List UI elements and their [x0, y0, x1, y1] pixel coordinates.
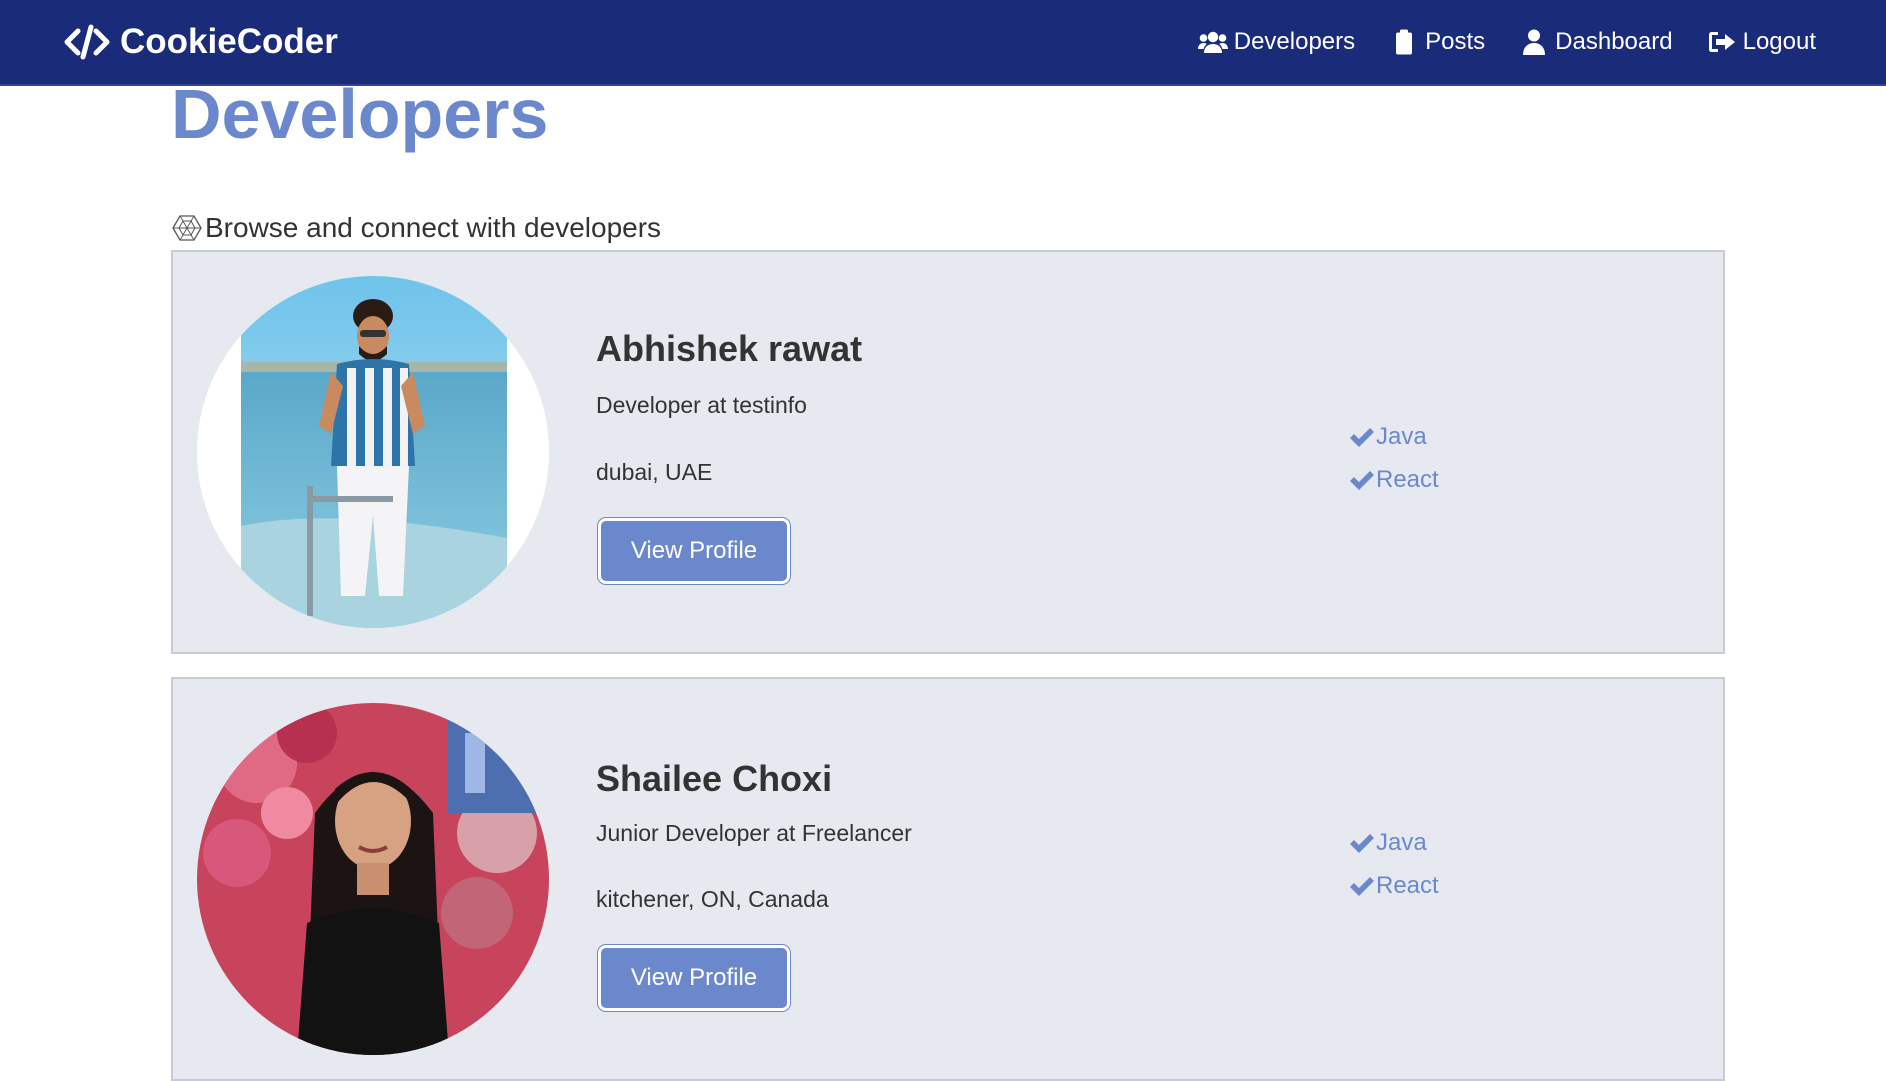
skills-list: Java React: [1348, 415, 1439, 501]
check-icon: [1350, 470, 1374, 490]
skill-label: React: [1376, 871, 1439, 899]
skill-label: React: [1376, 465, 1439, 493]
developer-name: Shailee Choxi: [596, 758, 833, 799]
skill-label: Java: [1376, 422, 1427, 450]
nav-label-developers: Developers: [1233, 28, 1356, 55]
code-icon: [64, 24, 110, 60]
brand-name: CookieCoder: [120, 22, 338, 61]
connectdevelop-icon: [172, 215, 202, 241]
sign-out-icon: [1708, 32, 1735, 52]
view-profile-button[interactable]: View Profile: [598, 518, 790, 584]
check-icon: [1350, 833, 1374, 853]
nav-link-logout[interactable]: Logout: [1707, 28, 1816, 56]
skill-label: Java: [1376, 828, 1427, 856]
page-title: Developers: [171, 75, 549, 153]
skill-item: React: [1348, 458, 1439, 501]
avatar-photo: [197, 703, 549, 1055]
developer-location: kitchener, ON, Canada: [596, 886, 829, 912]
developer-status: Developer at testinfo: [596, 392, 807, 418]
users-icon: [1197, 31, 1228, 53]
avatar: [197, 703, 549, 1055]
nav-label-posts: Posts: [1425, 28, 1486, 55]
profile-card: Abhishek rawat Developer at testinfo dub…: [171, 250, 1725, 654]
developer-location: dubai, UAE: [596, 459, 713, 485]
developer-name: Abhishek rawat: [596, 328, 863, 369]
skill-item: Java: [1348, 821, 1439, 864]
developer-status: Junior Developer at Freelancer: [596, 820, 912, 846]
user-icon: [1523, 29, 1546, 55]
check-icon: [1350, 876, 1374, 896]
check-icon: [1350, 427, 1374, 447]
nav-link-dashboard[interactable]: Dashboard: [1519, 28, 1673, 56]
nav-link-developers[interactable]: Developers: [1197, 28, 1356, 56]
nav-links: Developers Posts Dashboard Logout: [1197, 28, 1816, 56]
skill-item: Java: [1348, 415, 1439, 458]
nav-label-logout: Logout: [1742, 28, 1816, 55]
avatar-photo: [197, 276, 549, 628]
avatar: [197, 276, 549, 628]
view-profile-button[interactable]: View Profile: [598, 945, 790, 1011]
navbar: CookieCoder Developers Posts Dashboard L…: [0, 0, 1886, 86]
clipboard-icon: [1396, 29, 1413, 55]
lead-text: Browse and connect with developers: [205, 212, 662, 243]
nav-label-dashboard: Dashboard: [1555, 28, 1673, 55]
brand-link[interactable]: CookieCoder: [64, 22, 338, 62]
skills-list: Java React: [1348, 821, 1439, 907]
nav-link-posts[interactable]: Posts: [1389, 28, 1485, 56]
page-lead: Browse and connect with developers: [171, 212, 661, 244]
profile-card: Shailee Choxi Junior Developer at Freela…: [171, 677, 1725, 1081]
